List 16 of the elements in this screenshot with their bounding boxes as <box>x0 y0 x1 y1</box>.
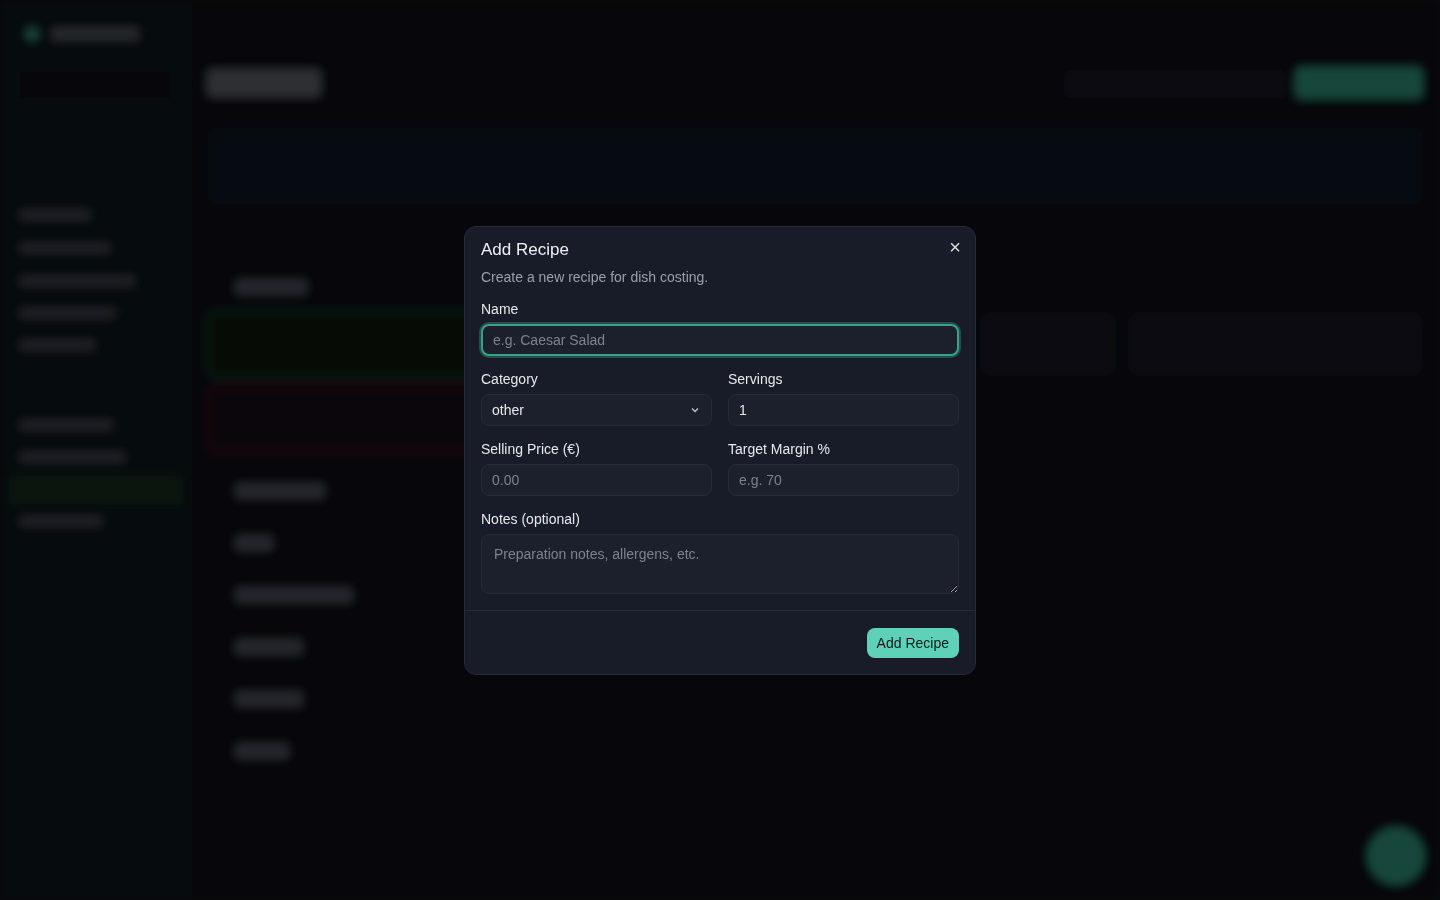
field-label: Target Margin % <box>728 440 830 458</box>
category-select[interactable]: other <box>481 394 712 426</box>
dialog-title: Add Recipe <box>481 241 569 259</box>
add-recipe-button[interactable]: Add Recipe <box>866 628 959 658</box>
text-field[interactable]: e.g. Caesar Salad <box>481 324 959 356</box>
text-field[interactable]: 0.00 <box>481 464 712 496</box>
field-label: Category <box>481 370 538 388</box>
field-label: Name <box>481 300 519 318</box>
close-button[interactable]: × <box>949 237 961 257</box>
text-field[interactable]: e.g. 70 <box>728 464 959 496</box>
text-field[interactable]: 1 <box>728 394 959 426</box>
field-label: Notes (optional) <box>481 510 580 528</box>
notes-field[interactable]: Preparation notes, allergens, etc. <box>481 534 959 594</box>
dialog-description: Create a new recipe for dish costing. <box>481 268 709 286</box>
field-label: Selling Price (€) <box>481 440 580 458</box>
field-label: Servings <box>728 370 783 388</box>
